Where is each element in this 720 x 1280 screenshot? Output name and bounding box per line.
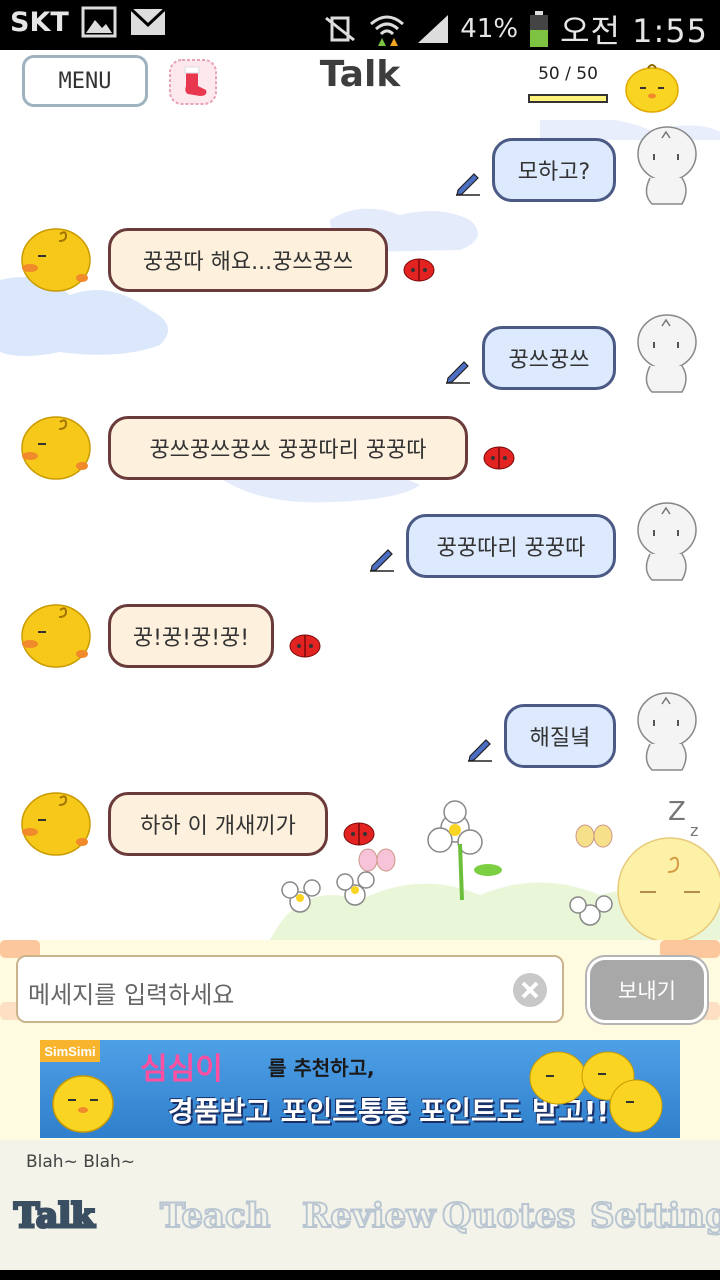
banner-chick-icon [52,1075,114,1133]
chat-area[interactable]: Z z 모하고? 꿍꿍따 해요...꿍쓰꿍쓰꿍쓰꿍쓰 꿍쓰꿍쓰꿍쓰 꿍꿍따리 꿍꿍따… [0,120,720,940]
clear-icon[interactable] [512,972,548,1008]
user-message-bubble[interactable]: 모하고? [492,138,616,202]
mail-icon [129,7,166,35]
bot-avatar [21,792,91,856]
pencil-icon[interactable] [368,544,396,572]
status-bar: SKT 41% 오전 1:55 [0,0,720,50]
banner-title-suffix: 를 추천하고, [268,1056,375,1080]
user-avatar [637,502,697,581]
pencil-icon[interactable] [444,356,472,384]
bottom-strip [0,1270,720,1280]
user-message-bubble[interactable]: 꿍쓰꿍쓰 [482,326,616,390]
bot-message-bubble[interactable]: 하하 이 개새끼가 [108,792,328,856]
tab-teach-label: Teach [159,1195,271,1237]
gallery-icon [81,6,117,38]
banner-title: 심심이 [140,1052,223,1087]
battery-percent: 41% [460,14,519,44]
pencil-icon[interactable] [454,168,482,196]
banner-chicks-icon [529,1051,663,1133]
ladybug-icon [403,258,435,282]
tab-talk-label: Talk [13,1195,97,1238]
bot-avatar [21,228,91,292]
bot-avatar [21,416,91,480]
app-header: MENU Talk 50 / 50 [0,50,720,120]
bot-avatar [21,604,91,668]
banner-badge: SimSimi [40,1040,100,1062]
brick-decoration [660,940,720,958]
user-avatar [637,314,697,393]
wifi-icon [370,15,405,46]
chick-icon[interactable] [622,60,682,116]
send-button[interactable]: 보내기 [587,957,707,1023]
bot-message-bubble[interactable]: 꿍쓰꿍쓰꿍쓰 꿍꿍따리 꿍꿍따 [108,416,468,480]
tab-talk[interactable]: Talk [13,1195,97,1238]
page-title: Talk [319,54,401,95]
tab-quotes-label: Quotes [441,1195,576,1237]
ladybug-icon [289,634,321,658]
blah-caption: Blah~ Blah~ [26,1152,136,1172]
tab-review[interactable]: Review [301,1195,436,1237]
bot-message-bubble[interactable]: 꿍!꿍!꿍!꿍! [108,604,274,668]
ad-banner[interactable]: SimSimi 심심이 를 추천하고, 경품받고 포인트통통 포인트도 받고!! [40,1040,680,1138]
carrier-label: SKT [10,6,69,38]
tab-setting[interactable]: Setting [589,1195,720,1237]
user-avatar [637,126,697,205]
ladybug-icon [343,822,375,846]
talk-counter-bar [528,94,608,103]
talk-counter: 50 / 50 [538,64,598,84]
message-input[interactable]: 메세지를 입력하세요 [16,955,564,1023]
svg-text:Z: Z [668,797,686,827]
tab-review-label: Review [301,1195,436,1237]
tab-setting-label: Setting [589,1195,720,1237]
message-input-placeholder: 메세지를 입력하세요 [28,981,235,1009]
talk-counter-fill [530,96,606,101]
input-area: 메세지를 입력하세요 보내기 SimSimi 심심이 를 추천하고, 경품받고 … [0,940,720,1140]
bot-message-bubble[interactable]: 꿍꿍따 해요...꿍쓰꿍쓰 [108,228,388,292]
tab-teach[interactable]: Teach [159,1195,271,1237]
battery-icon [530,11,549,47]
bottom-nav: Blah~ Blah~ Talk Teach Review Quotes Set… [0,1140,720,1280]
ladybug-icon [483,446,515,470]
tab-quotes[interactable]: Quotes [441,1195,576,1237]
user-message-bubble[interactable]: 해질녘 [504,704,616,768]
clock: 오전 1:55 [560,12,708,50]
pencil-icon[interactable] [466,734,494,762]
svg-text:z: z [690,821,698,840]
user-avatar [637,692,697,771]
vibrate-off-icon [325,16,356,42]
user-message-bubble[interactable]: 꿍꿍따리 꿍꿍따 [406,514,616,578]
signal-icon [418,15,449,43]
